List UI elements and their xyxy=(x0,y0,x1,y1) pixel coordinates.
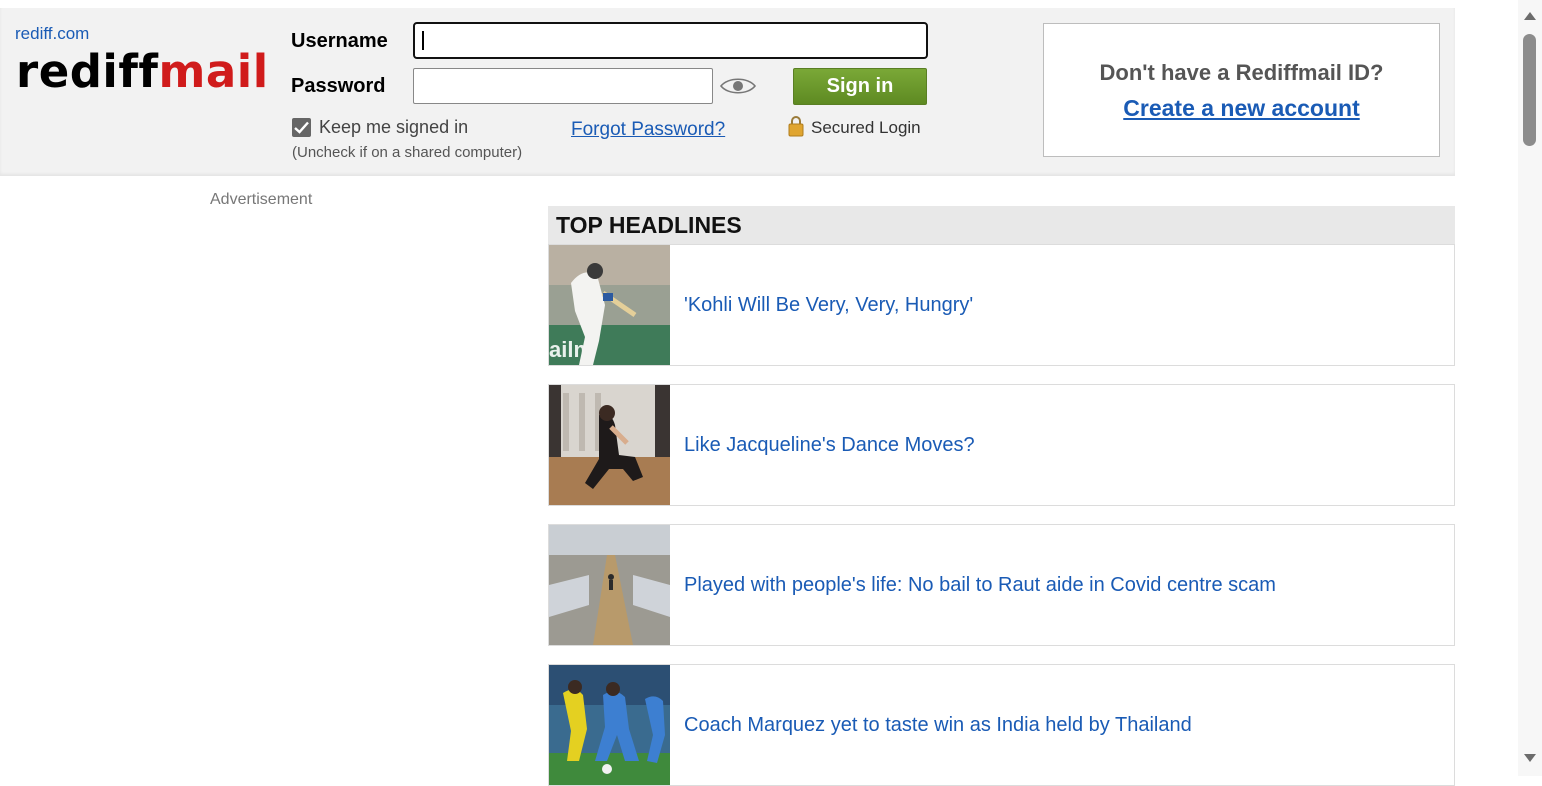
password-label: Password xyxy=(291,75,386,97)
headline-item[interactable]: ailm 'Kohli Will Be Very, Very, Hungry' xyxy=(548,244,1455,366)
keep-signed-in-label[interactable]: Keep me signed in xyxy=(319,117,468,138)
headline-item[interactable]: Coach Marquez yet to taste win as India … xyxy=(548,664,1455,786)
dancer-image[interactable] xyxy=(549,385,670,505)
create-account-link[interactable]: Create a new account xyxy=(1044,95,1439,122)
headline-link[interactable]: Like Jacqueline's Dance Moves? xyxy=(684,434,975,457)
secured-login-text: Secured Login xyxy=(811,118,921,137)
signup-question: Don't have a Rediffmail ID? xyxy=(1099,60,1384,85)
sign-in-button[interactable]: Sign in xyxy=(793,68,927,105)
signup-box: Don't have a Rediffmail ID? Create a new… xyxy=(1043,23,1440,157)
logo-rediff-text: rediff xyxy=(16,45,159,98)
headline-link[interactable]: Played with people's life: No bail to Ra… xyxy=(684,574,1276,597)
checkmark-icon xyxy=(294,121,309,134)
top-headlines-header: TOP HEADLINES xyxy=(548,206,1455,244)
username-input[interactable] xyxy=(413,22,928,59)
headline-link[interactable]: Coach Marquez yet to taste win as India … xyxy=(684,714,1192,737)
show-password-eye-icon[interactable] xyxy=(720,76,756,96)
logo-mail-text: mail xyxy=(158,45,269,98)
advertisement-label: Advertisement xyxy=(210,191,313,208)
headline-item[interactable]: Played with people's life: No bail to Ra… xyxy=(548,524,1455,646)
scroll-up-arrow-icon[interactable] xyxy=(1524,12,1536,20)
rediffmail-logo[interactable]: rediffmail xyxy=(16,44,269,100)
username-label: Username xyxy=(291,30,388,52)
headline-link[interactable]: 'Kohli Will Be Very, Very, Hungry' xyxy=(684,294,973,317)
vertical-scrollbar[interactable] xyxy=(1518,0,1542,776)
cricket-batsman-image[interactable]: ailm xyxy=(549,245,670,365)
scroll-down-arrow-icon[interactable] xyxy=(1524,754,1536,762)
covid-centre-image[interactable] xyxy=(549,525,670,645)
football-match-image[interactable] xyxy=(549,665,670,785)
scrollbar-thumb[interactable] xyxy=(1523,34,1536,146)
rediff-home-link[interactable]: rediff.com xyxy=(15,24,89,44)
keep-signed-in-checkbox[interactable] xyxy=(292,118,311,137)
shared-computer-note: (Uncheck if on a shared computer) xyxy=(292,144,523,161)
top-headlines-title: TOP HEADLINES xyxy=(556,212,742,238)
headline-item[interactable]: Like Jacqueline's Dance Moves? xyxy=(548,384,1455,506)
forgot-password-link[interactable]: Forgot Password? xyxy=(571,119,725,141)
password-input[interactable] xyxy=(413,68,713,104)
text-cursor xyxy=(422,31,424,50)
lock-icon xyxy=(788,116,804,137)
